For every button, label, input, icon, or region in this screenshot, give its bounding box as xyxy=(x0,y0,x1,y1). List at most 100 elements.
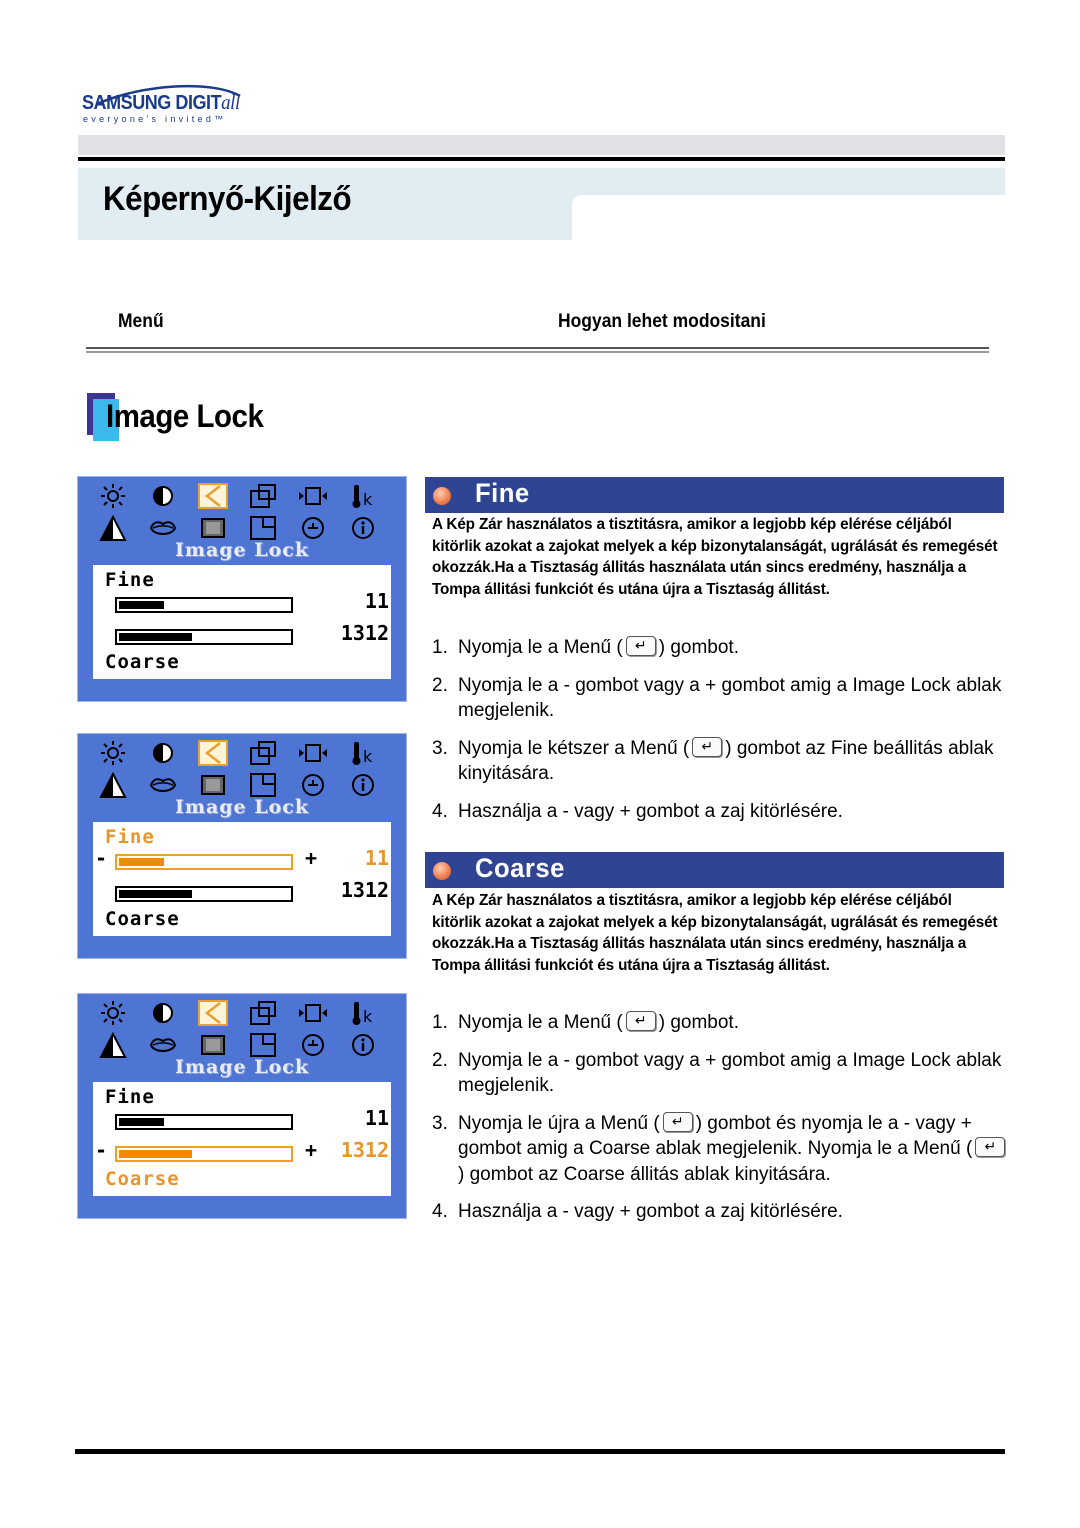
bullet-icon xyxy=(433,487,451,505)
osd-coarse-value: 1312 xyxy=(340,621,389,645)
osd-fine-label: Fine xyxy=(105,569,155,591)
step-number: 3. xyxy=(432,737,448,759)
menu-position-icon[interactable] xyxy=(248,515,278,541)
osd-fine-bar-fill xyxy=(119,601,165,609)
osd-fine-bar-fill xyxy=(119,858,165,866)
menu-enter-key-icon xyxy=(625,1009,656,1035)
svg-text:k: k xyxy=(363,747,373,766)
header-grey-bar xyxy=(78,135,1005,155)
osd-fine-value: 11 xyxy=(364,846,389,870)
step-item: 4. Használja a - vagy + gombot a zaj kitö… xyxy=(432,799,1012,825)
recall-icon[interactable] xyxy=(298,1032,328,1058)
osd-coarse-bar[interactable] xyxy=(115,1146,293,1162)
step-number: 1. xyxy=(432,1012,448,1033)
sharpness-icon[interactable] xyxy=(98,1032,128,1058)
brightness-icon[interactable] xyxy=(98,1000,128,1026)
logo-tagline: everyone's invited™ xyxy=(83,114,227,124)
osd-coarse-bar[interactable] xyxy=(115,886,293,902)
column-header-menu: Menű xyxy=(118,311,164,332)
position-icon[interactable] xyxy=(248,483,278,509)
step-item: 2. Nyomja le a - gombot vagy a + gombot a… xyxy=(432,1048,1012,1099)
recall-icon[interactable] xyxy=(298,772,328,798)
osd-icon-grid: k xyxy=(98,483,388,541)
header-rule xyxy=(78,157,1005,161)
osd-icon-grid: k xyxy=(98,740,388,798)
position-icon[interactable] xyxy=(248,1000,278,1026)
osd-minus: - xyxy=(95,1138,108,1162)
step-number: 3. xyxy=(432,1112,448,1134)
moire-icon[interactable] xyxy=(198,515,228,541)
color-temp-icon[interactable]: k xyxy=(348,1000,378,1026)
section-title: Image Lock xyxy=(106,398,264,434)
color-temp-icon[interactable]: k xyxy=(348,740,378,766)
osd-adjust-panel: Fine - +11 1312 Coarse xyxy=(93,822,391,936)
step-item: 2. Nyomja le a - gombot vagy a + gombot a… xyxy=(432,673,1012,724)
fine-steps: 1. Nyomja le a Menű () gombot. 2. Nyomja le… xyxy=(432,634,1012,836)
osd-coarse-bar[interactable] xyxy=(115,629,293,645)
menu-enter-key-icon xyxy=(625,634,656,660)
osd-fine-bar[interactable] xyxy=(115,597,293,613)
contrast-icon[interactable] xyxy=(148,483,178,509)
size-icon[interactable] xyxy=(298,740,328,766)
color-icon[interactable] xyxy=(148,515,178,541)
recall-icon[interactable] xyxy=(298,515,328,541)
osd-fine-bar-fill xyxy=(119,1118,165,1126)
osd-plus: + xyxy=(305,846,318,870)
step-text: Nyomja le a - gombot vagy a + gombot ami… xyxy=(458,674,1002,722)
osd-fine-value: 11 xyxy=(364,589,389,613)
step-number: 2. xyxy=(432,1049,448,1071)
step-text: Nyomja le a Menű ( xyxy=(458,637,623,658)
contrast-icon[interactable] xyxy=(148,1000,178,1026)
osd-minus: - xyxy=(95,846,108,870)
osd-panel-default: k Image Lock Fine 11 1312 Coarse xyxy=(77,476,407,702)
coarse-description: A Kép Zár használatos a tisztitásra, ami… xyxy=(432,892,998,975)
color-temp-icon[interactable]: k xyxy=(348,483,378,509)
coarse-section-header: Coarse xyxy=(425,852,1004,888)
moire-icon[interactable] xyxy=(198,772,228,798)
column-header-how: Hogyan lehet modositani xyxy=(558,311,766,332)
osd-icon-grid: k xyxy=(98,1000,388,1058)
osd-title: Image Lock xyxy=(174,1056,310,1078)
step-item: 3.Nyomja le kétszer a Menű () gombot az … xyxy=(432,735,1012,787)
menu-position-icon[interactable] xyxy=(248,772,278,798)
position-icon[interactable] xyxy=(248,740,278,766)
osd-coarse-label: Coarse xyxy=(105,1168,180,1190)
information-icon[interactable] xyxy=(348,772,378,798)
information-icon[interactable] xyxy=(348,1032,378,1058)
size-icon[interactable] xyxy=(298,1000,328,1026)
image-lock-icon[interactable] xyxy=(198,1000,228,1026)
step-text: Használja a - vagy + gombot a zaj kitörl… xyxy=(458,800,843,822)
osd-fine-label: Fine xyxy=(105,826,155,848)
osd-fine-bar[interactable] xyxy=(115,1114,293,1130)
image-lock-icon[interactable] xyxy=(198,483,228,509)
osd-fine-label: Fine xyxy=(105,1086,155,1108)
menu-position-icon[interactable] xyxy=(248,1032,278,1058)
sharpness-icon[interactable] xyxy=(98,515,128,541)
step-text: ) gombot. xyxy=(658,637,739,658)
page-title: Képernyő-Kijelző xyxy=(103,180,352,218)
brightness-icon[interactable] xyxy=(98,483,128,509)
sharpness-icon[interactable] xyxy=(98,772,128,798)
fine-heading: Fine xyxy=(475,478,530,508)
color-icon[interactable] xyxy=(148,1032,178,1058)
image-lock-icon[interactable] xyxy=(198,740,228,766)
step-item: 3.Nyomja le újra a Menű () gombot és nyo… xyxy=(432,1110,1012,1188)
step-number: 4. xyxy=(432,1201,448,1222)
step-text: Nyomja le a Menű ( xyxy=(458,1012,623,1033)
header-double-rule xyxy=(86,347,989,353)
contrast-icon[interactable] xyxy=(148,740,178,766)
moire-icon[interactable] xyxy=(198,1032,228,1058)
osd-plus: + xyxy=(305,1138,318,1162)
menu-enter-key-icon xyxy=(692,735,723,760)
color-icon[interactable] xyxy=(148,772,178,798)
brightness-icon[interactable] xyxy=(98,740,128,766)
information-icon[interactable] xyxy=(348,515,378,541)
osd-title: Image Lock xyxy=(174,539,310,561)
osd-panel-fine-active: k Image Lock Fine - +11 1312 Coarse xyxy=(77,733,407,959)
coarse-heading: Coarse xyxy=(475,853,565,883)
osd-coarse-bar-fill xyxy=(119,633,193,641)
osd-fine-bar[interactable] xyxy=(115,854,293,870)
svg-text:k: k xyxy=(363,1007,373,1026)
size-icon[interactable] xyxy=(298,483,328,509)
bullet-icon xyxy=(433,862,451,880)
